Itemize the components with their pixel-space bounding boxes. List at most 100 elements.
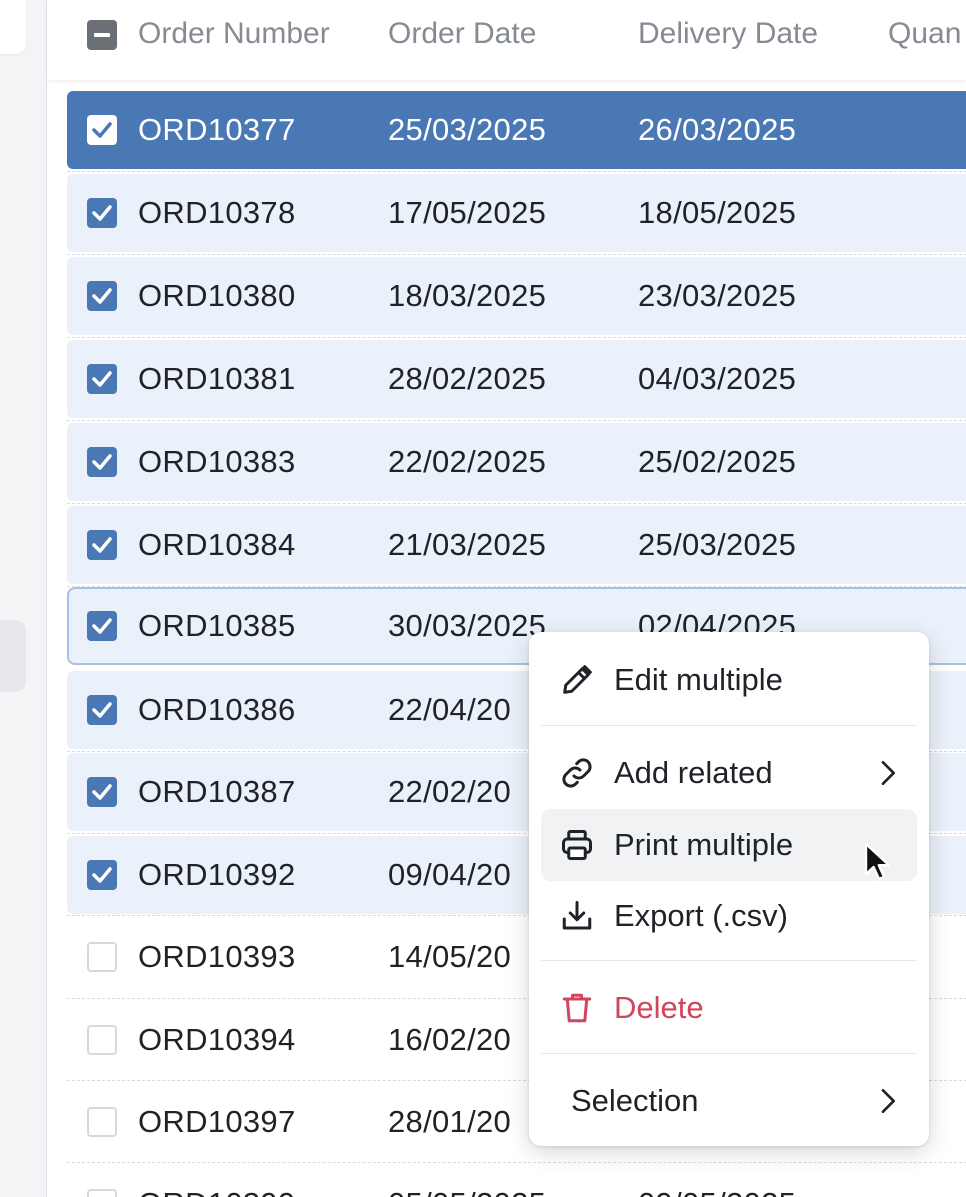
menu-item-label: Add related xyxy=(614,755,773,790)
order-number-cell: ORD10381 xyxy=(138,361,296,396)
order-date-cell: 05/05/2025 xyxy=(388,1165,546,1197)
row-checkbox[interactable] xyxy=(87,115,117,145)
table-header: Order Number Order Date Delivery Date Qu… xyxy=(47,0,966,80)
checkmark-icon xyxy=(92,618,112,634)
row-divider xyxy=(67,254,966,255)
order-date-cell: 22/02/2025 xyxy=(388,444,547,479)
column-header-order-number[interactable]: Order Number xyxy=(138,0,330,68)
checkmark-icon xyxy=(92,122,112,138)
order-date-cell: 22/04/20 xyxy=(388,692,512,727)
row-checkbox[interactable] xyxy=(87,530,117,560)
table-row[interactable]: ORD10399 05/05/2025 09/05/2025 xyxy=(67,1165,966,1197)
order-date-cell: 14/05/20 xyxy=(388,939,512,974)
order-date-cell: 18/03/2025 xyxy=(388,278,547,313)
checkmark-icon xyxy=(92,537,112,553)
row-checkbox[interactable] xyxy=(87,281,117,311)
table-row[interactable]: ORD10383 22/02/2025 25/02/2025 xyxy=(67,423,966,501)
order-number-cell: ORD10399 xyxy=(138,1165,296,1197)
order-number-cell: ORD10394 xyxy=(138,1022,296,1057)
menu-divider xyxy=(541,960,917,961)
row-checkbox[interactable] xyxy=(87,1025,117,1055)
order-number-cell: ORD10393 xyxy=(138,939,296,974)
delivery-date-cell: 26/03/2025 xyxy=(638,112,797,147)
table-row[interactable]: ORD10384 21/03/2025 25/03/2025 xyxy=(67,506,966,584)
row-checkbox[interactable] xyxy=(87,860,117,890)
table-row[interactable]: ORD10380 18/03/2025 23/03/2025 xyxy=(67,257,966,335)
column-header-order-date[interactable]: Order Date xyxy=(388,0,536,68)
column-header-quantity[interactable]: Quan xyxy=(888,0,961,68)
printer-icon xyxy=(562,830,592,860)
mouse-cursor-icon xyxy=(864,842,891,881)
checkmark-icon xyxy=(92,454,112,470)
menu-item-delete[interactable]: Delete xyxy=(541,972,917,1044)
order-number-cell: ORD10387 xyxy=(138,774,296,809)
menu-item-label: Export (.csv) xyxy=(614,898,788,933)
row-divider xyxy=(67,503,966,504)
menu-divider xyxy=(541,725,917,726)
checkmark-icon xyxy=(92,288,112,304)
order-date-cell: 28/02/2025 xyxy=(388,361,547,396)
delivery-date-cell: 25/02/2025 xyxy=(638,444,797,479)
menu-item-add-related[interactable]: Add related xyxy=(541,737,917,809)
delivery-date-cell: 09/05/2025 xyxy=(638,1165,796,1197)
menu-divider xyxy=(541,1053,917,1054)
table-row[interactable]: ORD10381 28/02/2025 04/03/2025 xyxy=(67,340,966,418)
row-checkbox[interactable] xyxy=(87,777,117,807)
order-date-cell: 16/02/20 xyxy=(388,1022,512,1057)
row-checkbox[interactable] xyxy=(87,364,117,394)
chevron-right-icon xyxy=(881,761,895,785)
download-icon xyxy=(562,901,592,930)
row-divider xyxy=(67,171,966,172)
order-date-cell: 21/03/2025 xyxy=(388,527,547,562)
order-date-cell: 17/05/2025 xyxy=(388,195,547,230)
menu-item-label: Print multiple xyxy=(614,827,794,862)
menu-item-print-multiple[interactable]: Print multiple xyxy=(541,809,917,881)
row-checkbox[interactable] xyxy=(87,695,117,725)
delivery-date-cell: 23/03/2025 xyxy=(638,278,797,313)
order-number-cell: ORD10385 xyxy=(138,608,296,643)
order-date-cell: 28/01/20 xyxy=(388,1104,512,1139)
delivery-date-cell: 25/03/2025 xyxy=(638,527,797,562)
order-number-cell: ORD10380 xyxy=(138,278,296,313)
link-icon xyxy=(562,758,592,788)
menu-item-label: Selection xyxy=(571,1083,699,1118)
menu-item-label: Delete xyxy=(614,990,704,1025)
row-divider xyxy=(67,1162,966,1163)
menu-item-label: Edit multiple xyxy=(614,662,783,697)
order-number-cell: ORD10386 xyxy=(138,692,296,727)
checkmark-icon xyxy=(92,867,112,883)
delivery-date-cell: 18/05/2025 xyxy=(638,195,797,230)
table-row[interactable]: ORD10377 25/03/2025 26/03/2025 xyxy=(67,91,966,169)
order-number-cell: ORD10384 xyxy=(138,527,296,562)
row-checkbox[interactable] xyxy=(87,942,117,972)
checkmark-icon xyxy=(92,371,112,387)
trash-icon xyxy=(562,993,592,1023)
row-checkbox[interactable] xyxy=(87,611,117,641)
column-header-delivery-date[interactable]: Delivery Date xyxy=(638,0,818,68)
row-checkbox[interactable] xyxy=(87,1107,117,1137)
order-number-cell: ORD10397 xyxy=(138,1104,296,1139)
row-divider xyxy=(67,420,966,421)
row-divider xyxy=(67,337,966,338)
order-date-cell: 22/02/20 xyxy=(388,774,512,809)
row-checkbox[interactable] xyxy=(87,198,117,228)
select-all-checkbox[interactable] xyxy=(87,20,117,50)
table-row[interactable]: ORD10378 17/05/2025 18/05/2025 xyxy=(67,174,966,252)
menu-item-edit-multiple[interactable]: Edit multiple xyxy=(541,644,917,716)
pencil-icon xyxy=(563,665,592,694)
delivery-date-cell: 04/03/2025 xyxy=(638,361,797,396)
context-menu: Edit multiple Add related Print multiple xyxy=(529,632,929,1146)
menu-item-selection[interactable]: Selection xyxy=(541,1065,917,1137)
chevron-right-icon xyxy=(881,1089,895,1113)
order-date-cell: 09/04/20 xyxy=(388,857,512,892)
row-checkbox[interactable] xyxy=(87,447,117,477)
orders-table-page: ORD10377 25/03/2025 26/03/2025 ORD10378 … xyxy=(0,0,966,1197)
menu-item-export-csv[interactable]: Export (.csv) xyxy=(541,880,917,952)
checkmark-icon xyxy=(92,205,112,221)
checkmark-icon xyxy=(92,702,112,718)
order-number-cell: ORD10377 xyxy=(138,112,296,147)
row-checkbox[interactable] xyxy=(87,1189,117,1197)
order-number-cell: ORD10392 xyxy=(138,857,296,892)
order-number-cell: ORD10383 xyxy=(138,444,296,479)
order-date-cell: 25/03/2025 xyxy=(388,112,547,147)
